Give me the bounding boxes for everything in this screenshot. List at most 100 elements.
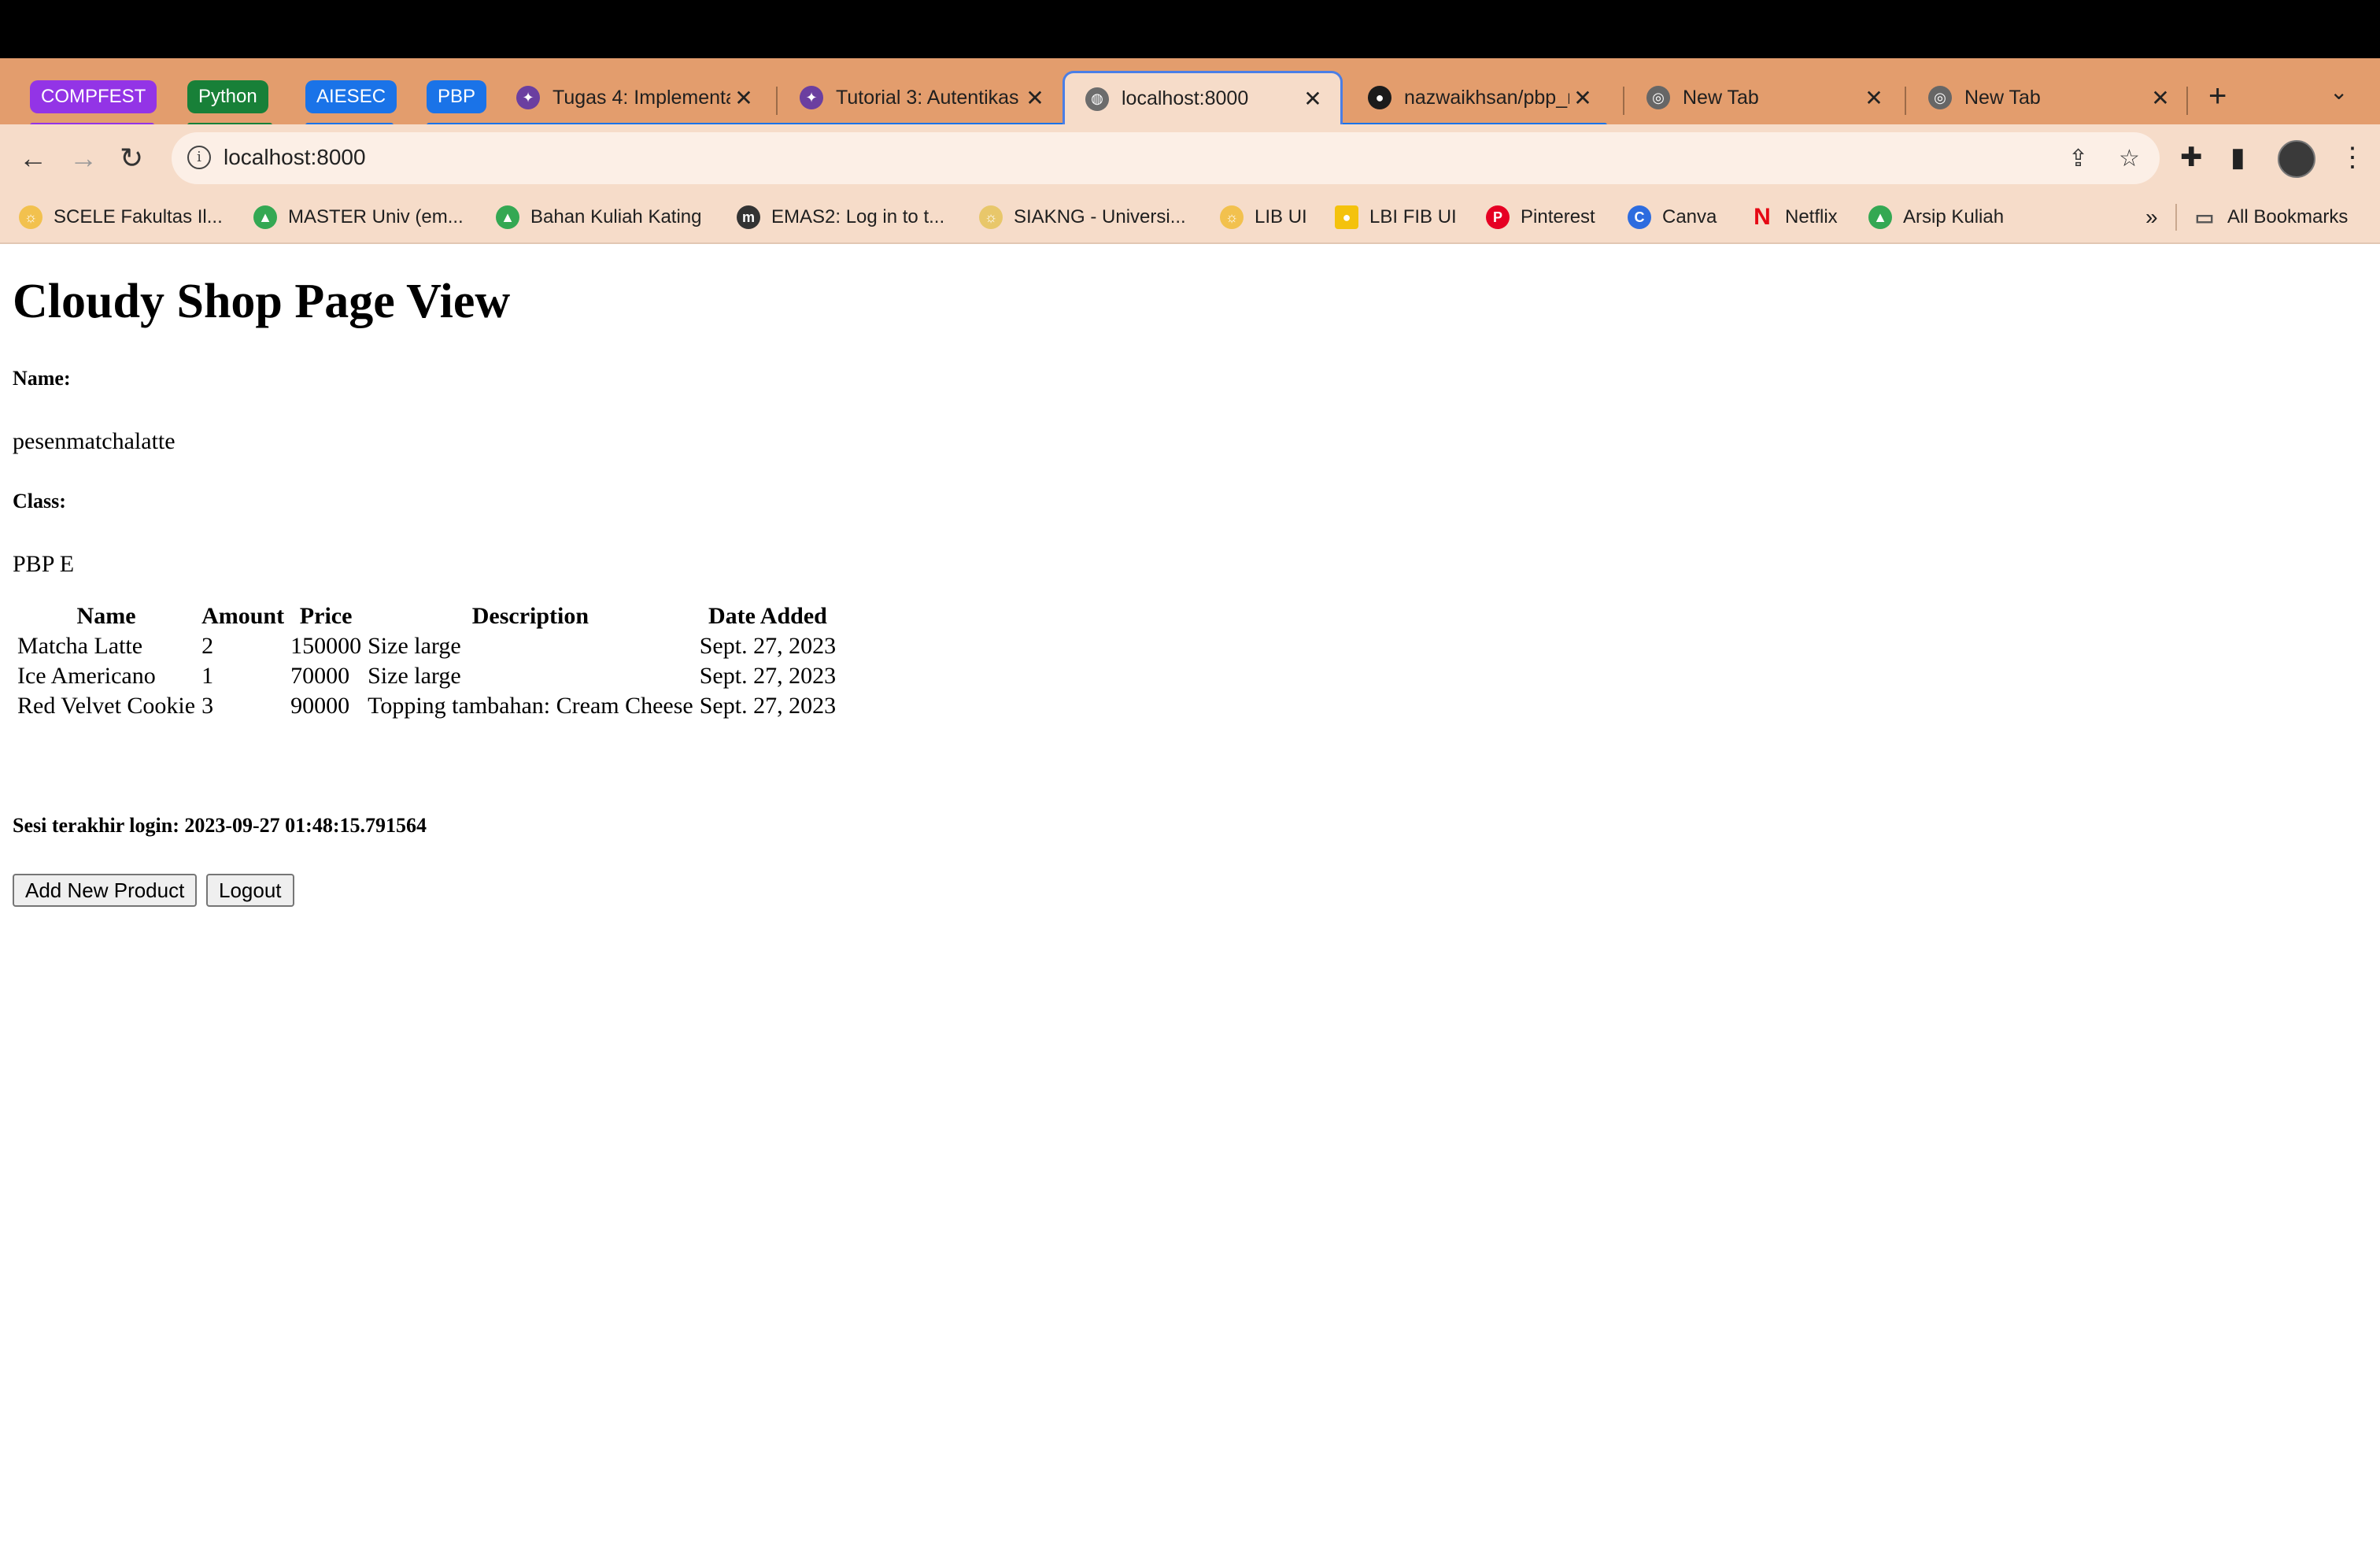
menu-kebab-icon[interactable]: ⋮ bbox=[2339, 142, 2366, 173]
cell-amount: 1 bbox=[201, 663, 214, 689]
tab-title: Tutorial 3: Autentikas bbox=[836, 86, 1019, 109]
header-amount: Amount bbox=[201, 603, 285, 629]
pbp-logo-icon: ✦ bbox=[516, 86, 540, 109]
cell-date-added: Sept. 27, 2023 bbox=[699, 633, 837, 659]
share-icon[interactable]: ⇪ bbox=[2068, 145, 2088, 172]
ui-seal-icon: ☼ bbox=[1220, 205, 1244, 229]
bookmark-label: Pinterest bbox=[1521, 206, 1595, 227]
close-icon[interactable]: ✕ bbox=[730, 85, 757, 111]
tab-separator bbox=[1623, 87, 1624, 115]
bookmark-lib-ui[interactable]: ☼ LIB UI bbox=[1220, 202, 1307, 233]
bookmark-netflix[interactable]: N Netflix bbox=[1750, 202, 1838, 233]
bookmark-scele[interactable]: ☼ SCELE Fakultas Il... bbox=[19, 202, 223, 233]
tab-tutorial-3[interactable]: ✦ Tutorial 3: Autentikas ✕ bbox=[779, 71, 1062, 124]
class-value: PBP E bbox=[13, 551, 75, 577]
close-icon[interactable]: ✕ bbox=[1861, 85, 1887, 111]
page-title: Cloudy Shop Page View bbox=[13, 275, 511, 328]
tab-new-tab[interactable]: ◎ New Tab ✕ bbox=[1908, 71, 2188, 124]
header-price: Price bbox=[299, 603, 353, 629]
site-info-icon[interactable]: i bbox=[187, 146, 211, 169]
back-arrow-icon[interactable]: ← bbox=[19, 142, 47, 175]
cell-date-added: Sept. 27, 2023 bbox=[699, 693, 837, 719]
tab-group-aiesec[interactable]: AIESEC bbox=[305, 80, 397, 113]
bookmark-star-icon[interactable]: ☆ bbox=[2119, 145, 2140, 172]
bookmark-arsip-kuliah[interactable]: ▲ Arsip Kuliah bbox=[1868, 202, 2004, 233]
address-url[interactable]: localhost:8000 bbox=[224, 145, 366, 170]
tab-group-compfest[interactable]: COMPFEST bbox=[30, 80, 157, 113]
extensions-puzzle-icon[interactable]: ✚ bbox=[2180, 142, 2203, 173]
tab-title: localhost:8000 bbox=[1122, 87, 1249, 109]
bookmark-label: Canva bbox=[1662, 206, 1717, 227]
tab-github[interactable]: ● nazwaikhsan/pbp_na ✕ bbox=[1347, 71, 1610, 124]
all-bookmarks[interactable]: ▭ All Bookmarks bbox=[2193, 202, 2349, 233]
bookmark-label: MASTER Univ (em... bbox=[288, 206, 464, 227]
netflix-icon: N bbox=[1754, 204, 1771, 230]
tab-title: nazwaikhsan/pbp_na bbox=[1404, 86, 1569, 109]
avatar[interactable] bbox=[2278, 140, 2315, 178]
close-icon[interactable]: ✕ bbox=[2147, 85, 2174, 111]
side-panel-icon[interactable]: ▮ bbox=[2230, 142, 2245, 173]
bookmark-emas2[interactable]: m EMAS2: Log in to t... bbox=[737, 202, 944, 233]
bookmark-label: EMAS2: Log in to t... bbox=[771, 206, 945, 227]
bookmarks-bar: ☼ SCELE Fakultas Il... ▲ MASTER Univ (em..… bbox=[0, 192, 2380, 244]
tab-strip: COMPFEST Python AIESEC PBP ✦ Tugas 4: Im… bbox=[0, 58, 2380, 128]
logout-button[interactable]: Logout bbox=[206, 874, 294, 907]
all-bookmarks-label: All Bookmarks bbox=[2227, 206, 2349, 227]
tab-group-pbp[interactable]: PBP bbox=[427, 80, 487, 113]
chrome-icon: ◎ bbox=[1646, 86, 1670, 109]
class-label: Class: bbox=[13, 490, 66, 512]
cell-name: Matcha Latte bbox=[17, 633, 143, 659]
canva-icon: C bbox=[1628, 205, 1651, 229]
bookmark-label: Bahan Kuliah Kating bbox=[530, 206, 702, 227]
header-name: Name bbox=[76, 603, 136, 629]
tab-title: Tugas 4: Implementa bbox=[552, 86, 730, 109]
bookmarks-divider bbox=[2175, 204, 2177, 231]
header-description: Description bbox=[471, 603, 589, 629]
close-icon[interactable]: ✕ bbox=[1299, 86, 1326, 112]
bookmark-pinterest[interactable]: P Pinterest bbox=[1486, 202, 1595, 233]
ui-seal-icon: ☼ bbox=[979, 205, 1003, 229]
bookmark-label: LBI FIB UI bbox=[1369, 206, 1457, 227]
bookmarks-overflow-chevron-icon[interactable]: » bbox=[2145, 202, 2158, 233]
tab-group-python[interactable]: Python bbox=[187, 80, 268, 113]
cell-name: Ice Americano bbox=[17, 663, 156, 689]
forward-arrow-icon[interactable]: → bbox=[69, 142, 98, 175]
cell-description: Size large bbox=[368, 633, 461, 659]
bookmark-lbi-fib-ui[interactable]: ● LBI FIB UI bbox=[1335, 202, 1457, 233]
product-table: Name Amount Price Description Date Added… bbox=[13, 600, 841, 723]
bookmark-siakng[interactable]: ☼ SIAKNG - Universi... bbox=[979, 202, 1186, 233]
tab-separator bbox=[1905, 87, 1906, 115]
new-tab-plus-icon[interactable]: + bbox=[2208, 79, 2227, 114]
table-header-row: Name Amount Price Description Date Added bbox=[16, 603, 837, 630]
tab-new-tab[interactable]: ◎ New Tab ✕ bbox=[1626, 71, 1901, 124]
bookmark-label: Arsip Kuliah bbox=[1903, 206, 2005, 227]
tab-tugas-4[interactable]: ✦ Tugas 4: Implementa ✕ bbox=[496, 71, 771, 124]
close-icon[interactable]: ✕ bbox=[1022, 85, 1048, 111]
bookmark-canva[interactable]: C Canva bbox=[1628, 202, 1717, 233]
last-login-text: Sesi terakhir login: 2023-09-27 01:48:15… bbox=[13, 814, 427, 837]
add-new-product-button[interactable]: Add New Product bbox=[13, 874, 198, 907]
globe-icon: ◍ bbox=[1085, 87, 1109, 111]
tab-title: New Tab bbox=[1964, 86, 2041, 109]
cell-price: 150000 bbox=[290, 633, 362, 659]
tab-localhost[interactable]: ◍ localhost:8000 ✕ bbox=[1062, 71, 1343, 124]
bookmark-master-univ[interactable]: ▲ MASTER Univ (em... bbox=[253, 202, 464, 233]
chrome-icon: ◎ bbox=[1928, 86, 1952, 109]
cell-name: Red Velvet Cookie bbox=[17, 693, 196, 719]
pinterest-icon: P bbox=[1486, 205, 1510, 229]
bookmark-label: Netflix bbox=[1785, 206, 1838, 227]
tab-search-chevron-icon[interactable]: ⌄ bbox=[2330, 79, 2348, 105]
bookmark-bahan-kuliah[interactable]: ▲ Bahan Kuliah Kating bbox=[496, 202, 702, 233]
bookmark-label: LIB UI bbox=[1255, 206, 1307, 227]
reload-icon[interactable]: ↻ bbox=[120, 142, 143, 175]
pbp-logo-icon: ✦ bbox=[800, 86, 823, 109]
lbi-icon: ● bbox=[1335, 205, 1358, 229]
address-bar[interactable]: i localhost:8000 ⇪ ☆ bbox=[172, 132, 2160, 184]
header-date-added: Date Added bbox=[708, 603, 827, 629]
cell-description: Size large bbox=[368, 663, 461, 689]
scele-icon: ☼ bbox=[19, 205, 42, 229]
bookmark-label: SIAKNG - Universi... bbox=[1014, 206, 1186, 227]
table-row: Red Velvet Cookie 3 90000 Topping tambah… bbox=[16, 693, 837, 719]
moodle-icon: m bbox=[737, 205, 760, 229]
close-icon[interactable]: ✕ bbox=[1569, 85, 1596, 111]
